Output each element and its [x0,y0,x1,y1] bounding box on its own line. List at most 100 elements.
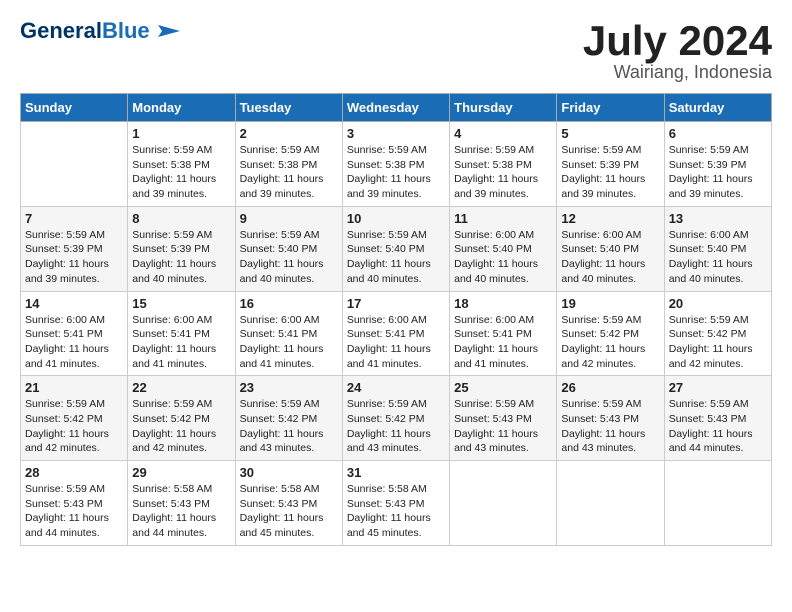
day-info: Sunrise: 5:59 AM Sunset: 5:39 PM Dayligh… [561,143,659,202]
calendar-cell: 9 Sunrise: 5:59 AM Sunset: 5:40 PM Daylig… [235,206,342,291]
col-header-sunday: Sunday [21,94,128,122]
logo: GeneralBlue [20,20,180,42]
logo-text: GeneralBlue [20,20,150,42]
col-header-thursday: Thursday [450,94,557,122]
calendar-cell: 22 Sunrise: 5:59 AM Sunset: 5:42 PM Dayli… [128,376,235,461]
day-number: 22 [132,380,230,395]
calendar-cell [21,122,128,207]
calendar-cell: 16 Sunrise: 6:00 AM Sunset: 5:41 PM Dayli… [235,291,342,376]
day-number: 30 [240,465,338,480]
day-info: Sunrise: 5:59 AM Sunset: 5:40 PM Dayligh… [240,228,338,287]
calendar-cell: 27 Sunrise: 5:59 AM Sunset: 5:43 PM Dayli… [664,376,771,461]
day-number: 16 [240,296,338,311]
calendar-cell: 30 Sunrise: 5:58 AM Sunset: 5:43 PM Dayli… [235,461,342,546]
day-info: Sunrise: 5:59 AM Sunset: 5:43 PM Dayligh… [561,397,659,456]
day-number: 21 [25,380,123,395]
day-number: 10 [347,211,445,226]
day-info: Sunrise: 5:59 AM Sunset: 5:40 PM Dayligh… [347,228,445,287]
day-number: 20 [669,296,767,311]
day-info: Sunrise: 5:59 AM Sunset: 5:38 PM Dayligh… [132,143,230,202]
calendar-cell: 28 Sunrise: 5:59 AM Sunset: 5:43 PM Dayli… [21,461,128,546]
calendar-table: SundayMondayTuesdayWednesdayThursdayFrid… [20,93,772,546]
day-number: 29 [132,465,230,480]
day-info: Sunrise: 5:59 AM Sunset: 5:42 PM Dayligh… [347,397,445,456]
day-info: Sunrise: 5:59 AM Sunset: 5:42 PM Dayligh… [132,397,230,456]
page-header: GeneralBlue July 2024 Wairiang, Indonesi… [20,20,772,83]
day-info: Sunrise: 5:59 AM Sunset: 5:43 PM Dayligh… [669,397,767,456]
col-header-wednesday: Wednesday [342,94,449,122]
day-info: Sunrise: 6:00 AM Sunset: 5:40 PM Dayligh… [561,228,659,287]
day-number: 19 [561,296,659,311]
day-number: 3 [347,126,445,141]
calendar-cell: 13Sunrise: 6:00 AM Sunset: 5:40 PM Dayli… [664,206,771,291]
calendar-cell: 21 Sunrise: 5:59 AM Sunset: 5:42 PM Dayli… [21,376,128,461]
day-number: 8 [132,211,230,226]
calendar-cell: 3 Sunrise: 5:59 AM Sunset: 5:38 PM Daylig… [342,122,449,207]
day-info: Sunrise: 6:00 AM Sunset: 5:41 PM Dayligh… [347,313,445,372]
day-number: 12 [561,211,659,226]
col-header-tuesday: Tuesday [235,94,342,122]
calendar-cell: 25 Sunrise: 5:59 AM Sunset: 5:43 PM Dayli… [450,376,557,461]
day-number: 14 [25,296,123,311]
day-info: Sunrise: 5:59 AM Sunset: 5:42 PM Dayligh… [240,397,338,456]
calendar-cell: 20 Sunrise: 5:59 AM Sunset: 5:42 PM Dayli… [664,291,771,376]
day-info: Sunrise: 6:00 AM Sunset: 5:41 PM Dayligh… [240,313,338,372]
calendar-cell: 12 Sunrise: 6:00 AM Sunset: 5:40 PM Dayli… [557,206,664,291]
col-header-saturday: Saturday [664,94,771,122]
calendar-cell: 15Sunrise: 6:00 AM Sunset: 5:41 PM Dayli… [128,291,235,376]
day-info: Sunrise: 5:59 AM Sunset: 5:39 PM Dayligh… [669,143,767,202]
day-info: Sunrise: 5:59 AM Sunset: 5:38 PM Dayligh… [347,143,445,202]
day-number: 31 [347,465,445,480]
calendar-cell [664,461,771,546]
day-info: Sunrise: 6:00 AM Sunset: 5:41 PM Dayligh… [454,313,552,372]
day-info: Sunrise: 5:59 AM Sunset: 5:42 PM Dayligh… [561,313,659,372]
day-number: 27 [669,380,767,395]
day-number: 28 [25,465,123,480]
day-info: Sunrise: 5:59 AM Sunset: 5:42 PM Dayligh… [25,397,123,456]
calendar-cell: 11 Sunrise: 6:00 AM Sunset: 5:40 PM Dayli… [450,206,557,291]
day-number: 6 [669,126,767,141]
calendar-cell: 8 Sunrise: 5:59 AM Sunset: 5:39 PM Daylig… [128,206,235,291]
calendar-cell: 23 Sunrise: 5:59 AM Sunset: 5:42 PM Dayli… [235,376,342,461]
calendar-cell: 14 Sunrise: 6:00 AM Sunset: 5:41 PM Dayli… [21,291,128,376]
day-info: Sunrise: 5:58 AM Sunset: 5:43 PM Dayligh… [132,482,230,541]
day-number: 24 [347,380,445,395]
day-number: 2 [240,126,338,141]
day-number: 7 [25,211,123,226]
calendar-cell: 5 Sunrise: 5:59 AM Sunset: 5:39 PM Daylig… [557,122,664,207]
day-info: Sunrise: 5:59 AM Sunset: 5:43 PM Dayligh… [454,397,552,456]
day-number: 11 [454,211,552,226]
title-block: July 2024 Wairiang, Indonesia [583,20,772,83]
day-number: 15 [132,296,230,311]
day-number: 1 [132,126,230,141]
day-number: 26 [561,380,659,395]
day-info: Sunrise: 5:59 AM Sunset: 5:38 PM Dayligh… [454,143,552,202]
day-info: Sunrise: 5:59 AM Sunset: 5:43 PM Dayligh… [25,482,123,541]
calendar-cell: 4 Sunrise: 5:59 AM Sunset: 5:38 PM Daylig… [450,122,557,207]
calendar-cell [450,461,557,546]
calendar-title: July 2024 [583,20,772,62]
calendar-cell: 2Sunrise: 5:59 AM Sunset: 5:38 PM Daylig… [235,122,342,207]
day-info: Sunrise: 6:00 AM Sunset: 5:41 PM Dayligh… [25,313,123,372]
day-info: Sunrise: 5:58 AM Sunset: 5:43 PM Dayligh… [347,482,445,541]
day-number: 23 [240,380,338,395]
day-info: Sunrise: 5:59 AM Sunset: 5:39 PM Dayligh… [132,228,230,287]
day-number: 25 [454,380,552,395]
col-header-monday: Monday [128,94,235,122]
calendar-cell: 7 Sunrise: 5:59 AM Sunset: 5:39 PM Daylig… [21,206,128,291]
day-info: Sunrise: 6:00 AM Sunset: 5:40 PM Dayligh… [454,228,552,287]
day-number: 5 [561,126,659,141]
day-info: Sunrise: 5:59 AM Sunset: 5:39 PM Dayligh… [25,228,123,287]
calendar-cell: 10 Sunrise: 5:59 AM Sunset: 5:40 PM Dayli… [342,206,449,291]
day-number: 13 [669,211,767,226]
calendar-subtitle: Wairiang, Indonesia [583,62,772,83]
calendar-cell: 1 Sunrise: 5:59 AM Sunset: 5:38 PM Daylig… [128,122,235,207]
day-number: 9 [240,211,338,226]
day-number: 18 [454,296,552,311]
calendar-cell: 31 Sunrise: 5:58 AM Sunset: 5:43 PM Dayli… [342,461,449,546]
day-info: Sunrise: 5:58 AM Sunset: 5:43 PM Dayligh… [240,482,338,541]
day-info: Sunrise: 5:59 AM Sunset: 5:42 PM Dayligh… [669,313,767,372]
col-header-friday: Friday [557,94,664,122]
day-number: 4 [454,126,552,141]
calendar-cell: 17Sunrise: 6:00 AM Sunset: 5:41 PM Dayli… [342,291,449,376]
